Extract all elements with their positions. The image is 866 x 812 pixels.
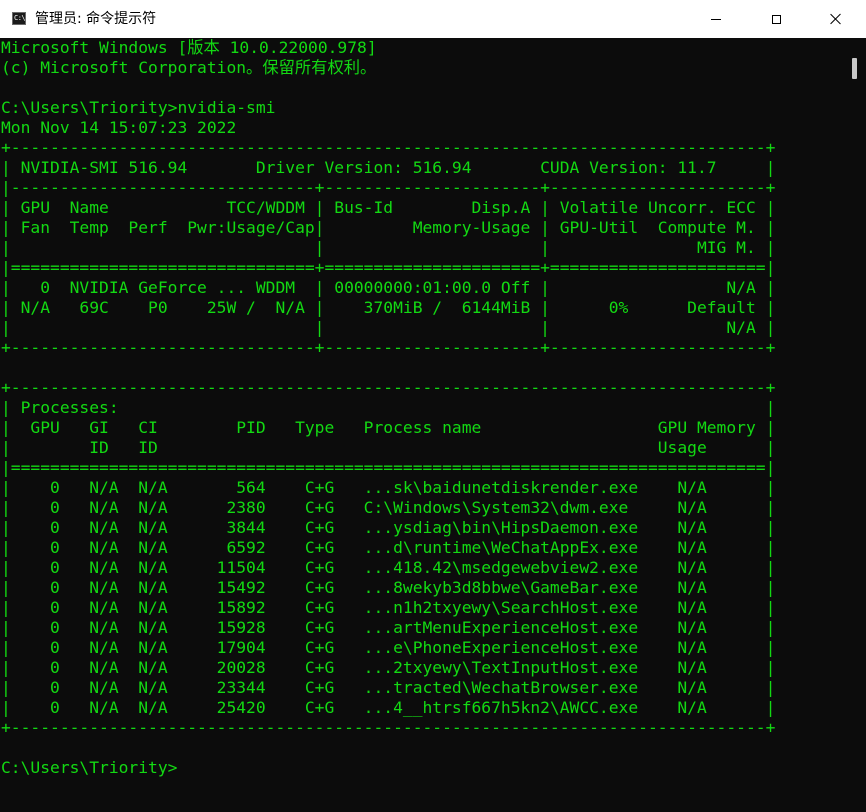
console-line: | Processes: | xyxy=(1,398,776,417)
console-line: Microsoft Windows [版本 10.0.22000.978] xyxy=(1,38,377,57)
console-line: | 0 N/A N/A 6592 C+G ...d\runtime\WeChat… xyxy=(1,538,776,557)
console-text: Microsoft Windows [版本 10.0.22000.978] (c)… xyxy=(1,38,775,778)
console-output[interactable]: Microsoft Windows [版本 10.0.22000.978] (c)… xyxy=(0,38,848,812)
console-line: | Fan Temp Perf Pwr:Usage/Cap| Memory-Us… xyxy=(1,218,776,237)
title-bar[interactable]: C:\. 管理员: 命令提示符 xyxy=(0,0,866,38)
console-line: | 0 N/A N/A 15892 C+G ...n1h2txyewy\Sear… xyxy=(1,598,776,617)
console-line: | GPU Name TCC/WDDM | Bus-Id Disp.A | Vo… xyxy=(1,198,776,217)
console-line: | 0 N/A N/A 11504 C+G ...418.42\msedgewe… xyxy=(1,558,776,577)
console-line: +-------------------------------+-------… xyxy=(1,338,776,357)
console-line: | | | MIG M. | xyxy=(1,238,776,257)
command-prompt-window: C:\. 管理员: 命令提示符 Microsoft Windows [版本 10… xyxy=(0,0,866,812)
maximize-icon xyxy=(771,14,781,24)
close-button[interactable] xyxy=(806,0,866,38)
console-line: | 0 N/A N/A 15492 C+G ...8wekyb3d8bbwe\G… xyxy=(1,578,776,597)
console-line: +---------------------------------------… xyxy=(1,378,776,397)
console-line: | N/A 69C P0 25W / N/A | 370MiB / 6144Mi… xyxy=(1,298,776,317)
close-icon xyxy=(830,13,842,25)
console-line: | ID ID Usage | xyxy=(1,438,776,457)
maximize-button[interactable] xyxy=(746,0,806,38)
console-line: +---------------------------------------… xyxy=(1,138,776,157)
minimize-icon xyxy=(711,18,721,20)
cmd-icon: C:\. xyxy=(12,12,29,25)
window-title: 管理员: 命令提示符 xyxy=(35,11,157,27)
console-line: | 0 N/A N/A 564 C+G ...sk\baidunetdiskre… xyxy=(1,478,776,497)
vertical-scrollbar[interactable] xyxy=(848,38,866,812)
minimize-button[interactable] xyxy=(686,0,746,38)
cmd-icon-glyph: C:\. xyxy=(14,14,29,22)
console-line: (c) Microsoft Corporation。保留所有权利。 xyxy=(1,58,377,77)
console-line: | 0 N/A N/A 2380 C+G C:\Windows\System32… xyxy=(1,498,776,517)
console-line: | | | N/A | xyxy=(1,318,776,337)
console-line: |-------------------------------+-------… xyxy=(1,178,776,197)
console-line: C:\Users\Triority>nvidia-smi xyxy=(1,98,276,117)
console-line: | 0 N/A N/A 20028 C+G ...2txyewy\TextInp… xyxy=(1,658,776,677)
console-line: | 0 N/A N/A 15928 C+G ...artMenuExperien… xyxy=(1,618,776,637)
console-line: |=======================================… xyxy=(1,458,776,477)
console-line: C:\Users\Triority> xyxy=(1,758,178,777)
console-line: +---------------------------------------… xyxy=(1,718,776,737)
console-line: | 0 N/A N/A 23344 C+G ...tracted\WechatB… xyxy=(1,678,776,697)
console-line: | 0 N/A N/A 25420 C+G ...4__htrsf667h5kn… xyxy=(1,698,776,717)
console-line: | GPU GI CI PID Type Process name GPU Me… xyxy=(1,418,776,437)
scrollbar-thumb[interactable] xyxy=(852,58,857,79)
console-line: |===============================+=======… xyxy=(1,258,776,277)
console-line: | 0 NVIDIA GeForce ... WDDM | 00000000:0… xyxy=(1,278,776,297)
console-line: | NVIDIA-SMI 516.94 Driver Version: 516.… xyxy=(1,158,776,177)
console-line: Mon Nov 14 15:07:23 2022 xyxy=(1,118,237,137)
console-line: | 0 N/A N/A 17904 C+G ...e\PhoneExperien… xyxy=(1,638,776,657)
console-line: | 0 N/A N/A 3844 C+G ...ysdiag\bin\HipsD… xyxy=(1,518,776,537)
